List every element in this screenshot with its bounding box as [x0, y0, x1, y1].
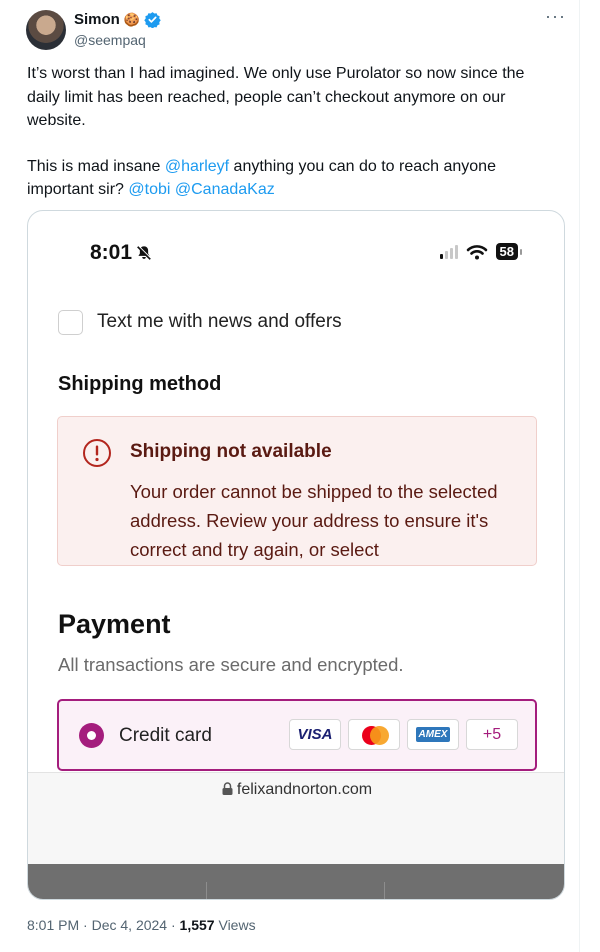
url-display[interactable]: felixandnorton.com [28, 781, 564, 799]
status-bar-time: 8:01 [90, 241, 153, 265]
verified-badge-icon [144, 12, 161, 28]
timeline-border [579, 0, 580, 952]
author-handle[interactable]: @seempaq [74, 32, 146, 48]
credit-card-radio[interactable] [79, 723, 104, 748]
bell-muted-icon [137, 245, 152, 260]
browser-url-bar[interactable]: felixandnorton.com [28, 772, 564, 864]
more-cards-badge: +5 [466, 719, 518, 750]
shipping-method-heading: Shipping method [58, 373, 222, 395]
sms-offers-checkbox[interactable] [58, 310, 83, 335]
author-name[interactable]: Simon [74, 11, 120, 28]
url-text: felixandnorton.com [236, 781, 373, 798]
attached-screenshot[interactable]: 8:01 58 Text me with news and offers Shi… [27, 210, 565, 900]
tweet-meta: 8:01 PM · Dec 4, 2024 · 1,557 Views [27, 917, 256, 933]
error-circle-icon [83, 439, 111, 467]
shipping-error-alert: Shipping not available Your order cannot… [57, 416, 537, 566]
tweet-date[interactable]: Dec 4, 2024 [92, 917, 168, 933]
battery-indicator: 58 [495, 243, 523, 260]
tweet-text: It’s worst than I had imagined. We only … [27, 62, 557, 224]
mention-link-tobi[interactable]: @tobi [128, 181, 170, 198]
payment-subtitle: All transactions are secure and encrypte… [58, 654, 404, 675]
status-time-text: 8:01 [90, 241, 133, 264]
credit-card-option[interactable]: Credit card VISA AMEX +5 [57, 699, 537, 771]
payment-heading: Payment [58, 609, 171, 639]
avatar[interactable] [26, 10, 66, 50]
tweet-paragraph-1: It’s worst than I had imagined. We only … [27, 65, 525, 129]
mention-link-canadakaz[interactable]: @CanadaKaz [175, 181, 275, 198]
alert-body: Your order cannot be shipped to the sele… [130, 481, 498, 560]
wifi-icon [466, 244, 487, 259]
views-count: 1,557 [179, 917, 215, 933]
cell-signal-icon [439, 244, 458, 259]
mention-link-harleyf[interactable]: @harleyf [165, 158, 229, 175]
tweet-time[interactable]: 8:01 PM [27, 917, 79, 933]
views-label: Views [214, 917, 256, 933]
tweet-paragraph-2: This is mad insane @harleyf anything you… [27, 155, 557, 202]
alert-title: Shipping not available [130, 441, 332, 462]
lock-icon [222, 782, 233, 795]
visa-card-icon: VISA [289, 719, 341, 750]
meta-separator: · [79, 917, 92, 933]
browser-toolbar [28, 864, 564, 899]
meta-separator: · [167, 917, 180, 933]
sms-offers-label[interactable]: Text me with news and offers [97, 311, 342, 333]
amex-card-icon: AMEX [407, 719, 459, 750]
author-name-row[interactable]: Simon 🍪 [74, 11, 161, 28]
credit-card-label[interactable]: Credit card [119, 725, 212, 747]
mastercard-icon [348, 719, 400, 750]
status-bar-indicators: 58 [439, 243, 523, 260]
more-options-icon[interactable]: ··· [545, 6, 566, 27]
amex-label: AMEX [415, 727, 451, 742]
tweet-text-fragment: This is mad insane [27, 157, 165, 175]
cookie-emoji: 🍪 [123, 12, 141, 27]
